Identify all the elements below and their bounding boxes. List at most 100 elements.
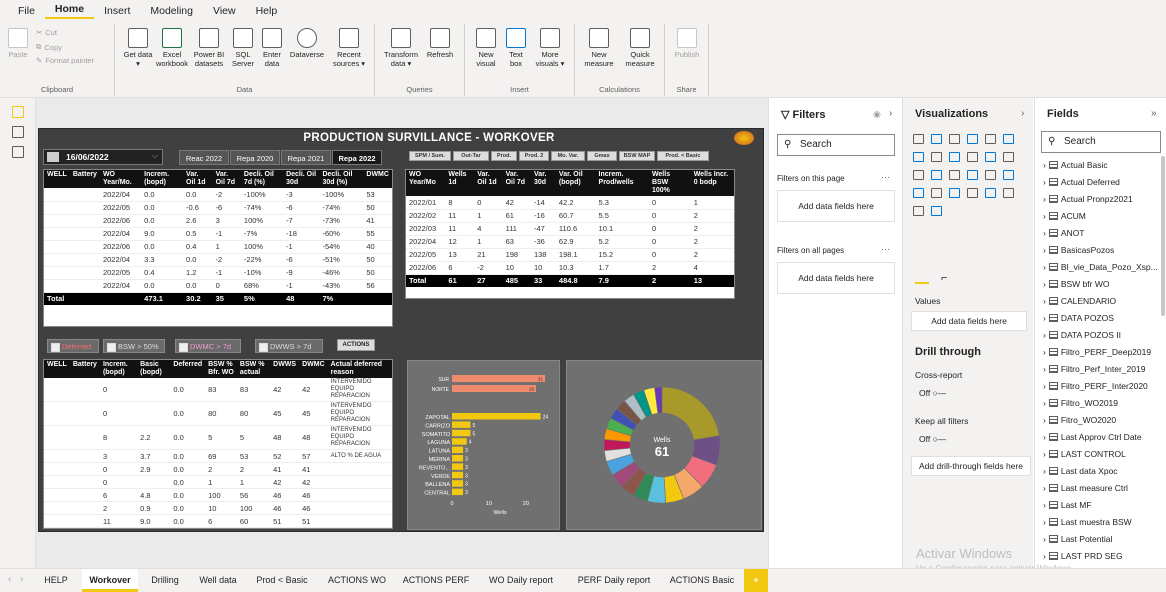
column-header[interactable]: BSW % Bfr. WO <box>205 360 237 378</box>
cut-button[interactable]: ✂ Cut <box>36 28 57 37</box>
tab-workover[interactable]: Workover <box>82 569 138 592</box>
bar[interactable] <box>452 471 464 479</box>
keep-filters-toggle[interactable]: Off ○— <box>919 434 946 444</box>
publish-button[interactable]: Publish <box>671 28 703 59</box>
paste-button[interactable]: Paste <box>4 28 32 59</box>
visual-type-icon[interactable] <box>949 170 960 180</box>
field-table-item[interactable]: › Last data Xpoc <box>1043 466 1118 476</box>
field-table-item[interactable]: › BasicasPozos <box>1043 245 1114 255</box>
field-table-item[interactable]: › Last measure Ctrl <box>1043 483 1128 493</box>
copy-button[interactable]: ⧉ Copy <box>36 42 62 52</box>
visual-type-icon[interactable] <box>985 188 996 198</box>
cross-report-toggle[interactable]: Off ○— <box>919 388 946 398</box>
table-row[interactable]: 2022/05 0.0 -0.6 -6 -74% -6 -74% 50 <box>44 201 392 215</box>
column-header[interactable]: Decli. Oil 30d (%) <box>319 170 364 188</box>
format-painter-button[interactable]: ✎ Format painter <box>36 56 94 65</box>
visual-type-icon[interactable] <box>1003 170 1014 180</box>
tab-next-icon[interactable]: › <box>20 574 23 585</box>
visual-type-icon[interactable] <box>949 134 960 144</box>
bar[interactable] <box>452 385 536 392</box>
column-header[interactable]: Battery <box>69 360 100 378</box>
bar[interactable] <box>452 429 471 437</box>
excel-button[interactable]: Excel workbook <box>155 28 189 68</box>
column-header[interactable]: DWMC <box>363 170 392 188</box>
bar[interactable] <box>452 375 545 382</box>
year-button-reac-2022[interactable]: Reac 2022 <box>179 150 229 165</box>
field-table-item[interactable]: › Filtro_PERF_Inter2020 <box>1043 381 1148 391</box>
table-row[interactable]: 6 4.8 0.0 100 56 46 46 <box>44 488 392 502</box>
tab-drilling[interactable]: Drilling <box>142 569 188 592</box>
new-visual-button[interactable]: New visual <box>471 28 501 68</box>
get-data-button[interactable]: Get data ▾ <box>123 28 153 68</box>
visual-type-icon[interactable] <box>985 152 996 162</box>
filters-search-input[interactable]: ⚲ Search <box>777 134 895 156</box>
column-header[interactable]: Increm. (bopd) <box>99 360 138 378</box>
field-table-item[interactable]: › Last Approv Ctrl Date <box>1043 432 1142 442</box>
table-row[interactable]: 0 0.0 80 80 45 45 INTERVENIDO EQUIPO REPARACIO… <box>44 401 392 426</box>
bar-chart[interactable]: SUR 31 NORTE 28 ZAPOTAL 24 CARRIZO 5 SOMATITO 5 LA… <box>408 361 561 531</box>
nav-gmax[interactable]: Gmax <box>587 151 617 161</box>
field-table-item[interactable]: › Actual Basic <box>1043 160 1108 170</box>
report-view-icon[interactable] <box>11 106 24 118</box>
tab-prev-icon[interactable]: ‹ <box>8 574 11 585</box>
table-row[interactable]: 2022/03 11 4 111 -47 110.6 10.1 0 2 <box>406 222 734 236</box>
table-row[interactable]: 8 2.2 0.0 5 5 48 48 INTERVENIDO EQUIPO REPARACI… <box>44 425 392 450</box>
expand-fields-icon[interactable]: » <box>1151 108 1157 119</box>
menu-home[interactable]: Home <box>44 3 95 19</box>
field-table-item[interactable]: › Last muestra BSW <box>1043 517 1132 527</box>
collapse-filters-icon[interactable]: › <box>889 108 892 119</box>
visual-type-icon[interactable] <box>985 134 996 144</box>
fields-search-input[interactable]: ⚲ Search <box>1041 131 1161 153</box>
fields-well-icon[interactable] <box>915 272 929 284</box>
field-table-item[interactable]: › DATA POZOS II <box>1043 330 1121 340</box>
recent-sources-button[interactable]: Recent sources ▾ <box>329 28 369 68</box>
nav-mo-var[interactable]: Mo. Var. <box>551 151 585 161</box>
refresh-button[interactable]: Refresh <box>423 28 457 59</box>
nav-prod[interactable]: Prod. <box>491 151 517 161</box>
nav-out-tar[interactable]: Out-Tar <box>453 151 489 161</box>
date-slicer[interactable]: 16/06/2022 ⌵ <box>43 149 163 165</box>
menu-modeling[interactable]: Modeling <box>140 5 203 17</box>
add-page-button[interactable]: + <box>744 569 768 592</box>
more-options-icon-2[interactable]: ··· <box>881 244 890 254</box>
field-table-item[interactable]: › Actual Pronpz2021 <box>1043 194 1133 204</box>
year-button-repa-2021[interactable]: Repa 2021 <box>281 150 331 165</box>
field-table-item[interactable]: › CALENDARIO <box>1043 296 1116 306</box>
table-row[interactable]: 2022/04 0.0 0.0 0 68% -1 -43% 56 <box>44 279 392 293</box>
column-header[interactable]: Var. Oil (bopd) <box>555 170 596 196</box>
filters-all-dropzone[interactable]: Add data fields here <box>777 262 895 294</box>
tab-wo-daily-report[interactable]: WO Daily report <box>478 569 564 592</box>
column-header[interactable]: Decli. Oil 7d (%) <box>240 170 284 188</box>
visual-type-icon[interactable] <box>967 188 978 198</box>
more-visuals-button[interactable]: More visuals ▾ <box>531 28 569 68</box>
column-header[interactable]: Wells 1d <box>445 170 475 196</box>
visual-type-icon[interactable] <box>913 134 924 144</box>
visual-type-icon[interactable] <box>931 152 942 162</box>
year-button-repa-2022[interactable]: Repa 2022 <box>332 150 382 165</box>
column-header[interactable]: Var. Oil 1d <box>183 170 213 188</box>
column-header[interactable]: Var. 30d <box>530 170 556 196</box>
donut-slice[interactable] <box>661 386 720 441</box>
table-row[interactable]: 11 9.0 0.0 6 60 51 51 <box>44 514 392 528</box>
column-header[interactable]: Wells BSW 100% <box>648 170 691 196</box>
bar[interactable] <box>452 421 471 428</box>
bar[interactable] <box>452 438 467 445</box>
new-measure-button[interactable]: New measure <box>581 28 617 68</box>
visual-type-icon[interactable] <box>913 170 924 180</box>
column-header[interactable]: Battery <box>69 170 100 188</box>
power-bi-datasets-button[interactable]: Power BI datasets <box>191 28 227 68</box>
visual-type-icon[interactable] <box>913 188 924 198</box>
table-row[interactable]: 2022/06 0.0 0.4 1 100% -1 -54% 40 <box>44 240 392 254</box>
bsw-checkbox[interactable]: BSW > 50% <box>103 339 165 353</box>
drill-through-dropzone[interactable]: Add drill-through fields here <box>911 456 1031 476</box>
collapse-viz-icon[interactable]: › <box>1021 108 1024 119</box>
field-table-item[interactable]: › Filtro_WO2019 <box>1043 398 1118 408</box>
column-header[interactable]: WELL <box>44 360 70 378</box>
nav-spm-sum[interactable]: SPM / Sum. <box>409 151 451 161</box>
visual-type-icon[interactable] <box>913 152 924 162</box>
menu-insert[interactable]: Insert <box>94 5 140 17</box>
enter-data-button[interactable]: Enter data <box>259 28 285 68</box>
visual-type-icon[interactable] <box>1003 152 1014 162</box>
quick-measure-button[interactable]: Quick measure <box>621 28 659 68</box>
nav-bsw-map[interactable]: BSW MAP <box>619 151 655 161</box>
